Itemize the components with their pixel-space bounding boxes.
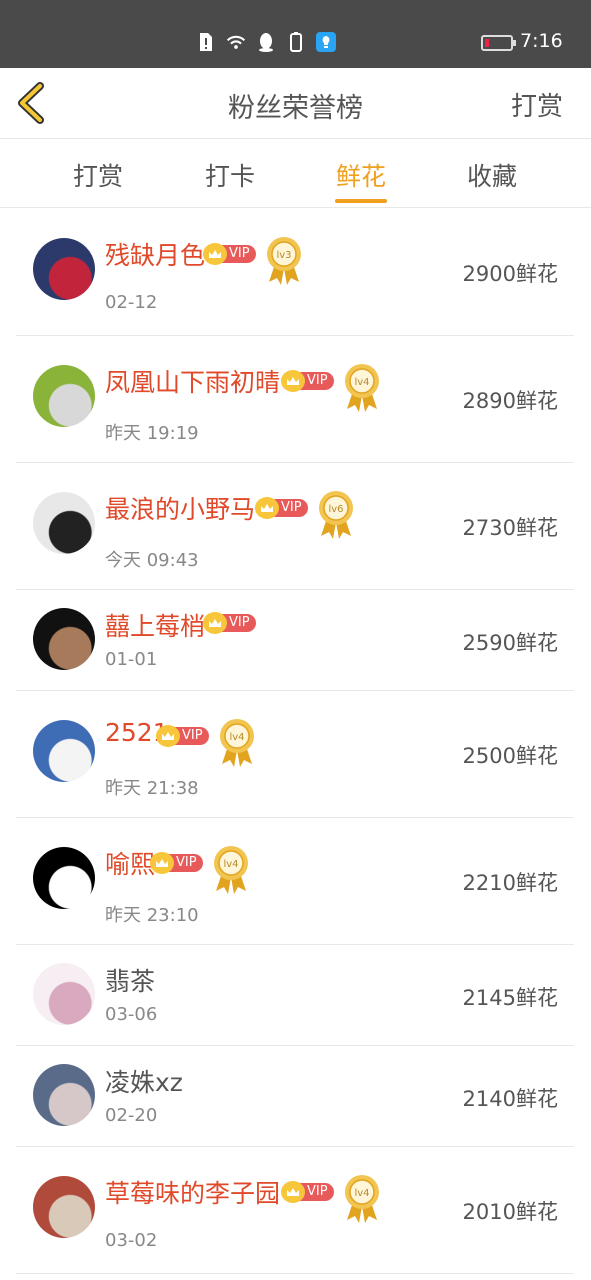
time-text: 03-02 [105, 1230, 158, 1251]
list-item[interactable]: 凤凰山下雨初晴 VIP lv4 昨天 19:19 2890鲜花 [16, 335, 574, 463]
avatar[interactable] [33, 1064, 95, 1126]
tab-flowers[interactable]: 鲜花 [316, 157, 406, 193]
user-name[interactable]: 凤凰山下雨初晴 [105, 363, 280, 399]
crown-icon [255, 497, 279, 519]
active-tab-indicator [335, 199, 387, 203]
app-notification-icon [316, 32, 336, 52]
level-text: lv4 [229, 732, 244, 743]
flower-count: 2010鲜花 [462, 1200, 558, 1224]
list-item[interactable]: 草莓味的李子园 VIP lv4 03-02 2010鲜花 [16, 1146, 574, 1274]
sim-alert-icon [196, 32, 216, 52]
vip-badge: VIP [281, 370, 334, 392]
page-title: 粉丝荣誉榜 [228, 93, 363, 124]
flower-count: 2890鲜花 [462, 389, 558, 413]
wifi-icon [226, 32, 246, 52]
level-text: lv4 [223, 859, 238, 870]
flower-count: 2590鲜花 [462, 631, 558, 655]
list-item[interactable]: 2521 VIP lv4 昨天 21:38 2500鲜花 [16, 690, 574, 818]
tab-checkin[interactable]: 打卡 [185, 157, 275, 193]
level-medal-icon: lv4 [343, 1174, 381, 1224]
reward-button[interactable]: 打赏 [511, 86, 563, 123]
time-text: 昨天 19:19 [105, 423, 199, 444]
crown-icon [281, 1181, 305, 1203]
list-item[interactable]: 翡茶 03-06 2145鲜花 [16, 944, 574, 1046]
level-medal-icon: lv4 [343, 363, 381, 413]
level-medal-icon: lv6 [317, 490, 355, 540]
flower-count: 2500鲜花 [462, 744, 558, 768]
user-name[interactable]: 喻熙 [105, 845, 155, 881]
list-item[interactable]: 喻熙 VIP lv4 昨天 23:10 2210鲜花 [16, 817, 574, 945]
list-item[interactable]: 凌姝xz 02-20 2140鲜花 [16, 1045, 574, 1147]
list-item[interactable]: 最浪的小野马 VIP lv6 今天 09:43 2730鲜花 [16, 462, 574, 590]
avatar[interactable] [33, 238, 95, 300]
vip-badge: VIP [255, 497, 308, 519]
time-text: 02-20 [105, 1105, 158, 1126]
status-time: 7:16 [520, 30, 563, 52]
flower-count: 2210鲜花 [462, 871, 558, 895]
user-name[interactable]: 草莓味的李子园 [105, 1174, 280, 1210]
crown-icon [203, 612, 227, 634]
avatar[interactable] [33, 720, 95, 782]
crown-icon [281, 370, 305, 392]
user-name[interactable]: 翡茶 [105, 962, 155, 998]
flower-count: 2900鲜花 [462, 262, 558, 286]
level-text: lv6 [328, 504, 343, 515]
level-medal-icon: lv4 [218, 718, 256, 768]
avatar[interactable] [33, 608, 95, 670]
flower-count: 2145鲜花 [462, 986, 558, 1010]
battery-icon [481, 35, 516, 51]
flower-count: 2730鲜花 [462, 516, 558, 540]
list-item[interactable]: 囍上莓梢 VIP 01-01 2590鲜花 [16, 589, 574, 691]
time-text: 02-12 [105, 292, 158, 313]
phone-battery-icon [286, 32, 306, 52]
avatar[interactable] [33, 847, 95, 909]
status-bar: 7:16 [0, 0, 591, 68]
user-name[interactable]: 囍上莓梢 [105, 607, 205, 643]
tab-reward[interactable]: 打赏 [53, 157, 143, 193]
list-item[interactable]: 残缺月色 VIP lv3 02-12 2900鲜花 [16, 208, 574, 336]
user-name[interactable]: 凌姝xz [105, 1063, 183, 1099]
flower-count: 2140鲜花 [462, 1087, 558, 1111]
avatar[interactable] [33, 1176, 95, 1238]
time-text: 昨天 23:10 [105, 905, 199, 926]
vip-badge: VIP [150, 852, 203, 874]
level-medal-icon: lv3 [265, 236, 303, 286]
user-name[interactable]: 最浪的小野马 [105, 490, 255, 526]
level-text: lv4 [354, 377, 369, 388]
vip-badge: VIP [156, 725, 209, 747]
avatar[interactable] [33, 963, 95, 1025]
tab-bar: 打赏 打卡 鲜花 收藏 [0, 139, 591, 208]
qq-icon [256, 32, 276, 52]
level-text: lv3 [276, 250, 291, 261]
vip-badge: VIP [281, 1181, 334, 1203]
crown-icon [203, 243, 227, 265]
status-icons [196, 32, 336, 52]
vip-badge: VIP [203, 243, 256, 265]
vip-badge: VIP [203, 612, 256, 634]
level-text: lv4 [354, 1188, 369, 1199]
avatar[interactable] [33, 365, 95, 427]
nav-bar: 粉丝荣誉榜 打赏 [0, 68, 591, 139]
time-text: 03-06 [105, 1004, 158, 1025]
level-medal-icon: lv4 [212, 845, 250, 895]
crown-icon [150, 852, 174, 874]
user-name[interactable]: 残缺月色 [105, 236, 205, 272]
time-text: 今天 09:43 [105, 550, 199, 571]
crown-icon [156, 725, 180, 747]
time-text: 01-01 [105, 649, 158, 670]
tab-favorites[interactable]: 收藏 [447, 157, 537, 193]
time-text: 昨天 21:38 [105, 778, 199, 799]
avatar[interactable] [33, 492, 95, 554]
